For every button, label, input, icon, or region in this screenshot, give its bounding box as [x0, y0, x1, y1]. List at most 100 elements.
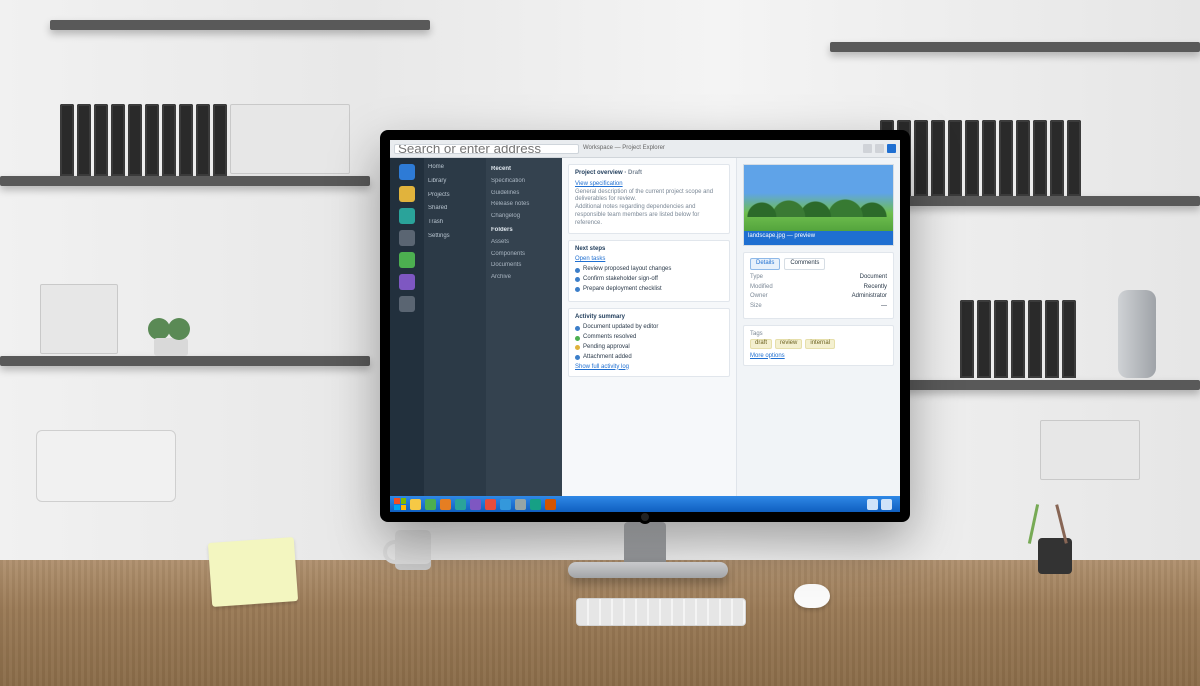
- storage-box: [40, 284, 118, 354]
- clipboard-icon[interactable]: [399, 230, 415, 246]
- show-log-link[interactable]: Show full activity log: [575, 364, 629, 370]
- step-item: Review proposed layout changes: [575, 266, 723, 274]
- open-tasks-link[interactable]: Open tasks: [575, 256, 605, 262]
- view-spec-link[interactable]: View specification: [575, 181, 623, 187]
- monitor-brand-logo: [638, 510, 652, 524]
- nav-item[interactable]: Home: [428, 164, 482, 172]
- address-bar[interactable]: [394, 144, 579, 154]
- tags-label: Tags: [750, 331, 887, 339]
- close-button[interactable]: [887, 144, 896, 153]
- activity-bar: [390, 158, 424, 496]
- coffee-mug: [395, 530, 431, 570]
- activity-item: Document updated by editor: [575, 324, 723, 332]
- tags-panel: Tags draftreviewinternal More options: [743, 325, 894, 366]
- explorer-list: Recent Specification Guidelines Release not…: [486, 158, 562, 496]
- list-item[interactable]: Changelog: [491, 213, 557, 221]
- plant: [140, 310, 202, 356]
- taskbar-app-calendar[interactable]: [530, 499, 541, 510]
- list-item[interactable]: Components: [491, 251, 557, 259]
- activity-item: Comments resolved: [575, 334, 723, 342]
- window-titlebar: Workspace — Project Explorer: [390, 140, 900, 158]
- binders: [880, 120, 1081, 196]
- database-icon[interactable]: [399, 252, 415, 268]
- pencil-holder: [1032, 512, 1080, 574]
- settings-icon[interactable]: [399, 296, 415, 312]
- thermos: [1118, 290, 1156, 378]
- binders: [60, 104, 227, 176]
- taskbar-app-editor[interactable]: [470, 499, 481, 510]
- storage-box: [1040, 420, 1140, 480]
- window-title: Workspace — Project Explorer: [583, 145, 665, 153]
- tag[interactable]: review: [775, 339, 802, 349]
- list-group-heading: Folders: [491, 227, 557, 235]
- taskbar-app-notes[interactable]: [545, 499, 556, 510]
- list-item[interactable]: Documents: [491, 262, 557, 270]
- card-heading: Activity summary: [575, 314, 723, 322]
- home-icon[interactable]: [399, 164, 415, 180]
- more-options-link[interactable]: More options: [750, 353, 785, 359]
- card-heading: Project overview: [575, 170, 623, 176]
- preview-caption: landscape.jpg — preview: [744, 231, 893, 245]
- activity-item: Attachment added: [575, 354, 723, 362]
- meta-row: Size—: [750, 303, 887, 311]
- shelf: [0, 176, 370, 186]
- tab-details[interactable]: Details: [750, 258, 780, 270]
- storage-box: [230, 104, 350, 174]
- minimize-button[interactable]: [863, 144, 872, 153]
- network-icon[interactable]: [867, 499, 878, 510]
- overview-card: Project overview · Draft View specificat…: [568, 164, 730, 234]
- computer-mouse: [794, 584, 830, 608]
- taskbar-app-explorer[interactable]: [410, 499, 421, 510]
- taskbar-app-photos[interactable]: [515, 499, 526, 510]
- step-item: Confirm stakeholder sign-off: [575, 276, 723, 284]
- meta-row: OwnerAdministrator: [750, 293, 887, 301]
- mail-icon[interactable]: [399, 208, 415, 224]
- taskbar-app-browser[interactable]: [425, 499, 436, 510]
- list-group-heading: Recent: [491, 166, 557, 174]
- nav-item[interactable]: Settings: [428, 233, 482, 241]
- next-steps-card: Next steps Open tasks Review proposed la…: [568, 240, 730, 302]
- shelf: [830, 42, 1200, 52]
- taskbar-app-store[interactable]: [455, 499, 466, 510]
- shelf: [0, 356, 370, 366]
- folder-icon[interactable]: [399, 186, 415, 202]
- tab-comments[interactable]: Comments: [784, 258, 825, 270]
- list-item[interactable]: Specification: [491, 178, 557, 186]
- taskbar: [390, 496, 900, 512]
- activity-card: Activity summary Document updated by edi…: [568, 308, 730, 378]
- meta-row: ModifiedRecently: [750, 284, 887, 292]
- list-item[interactable]: Guidelines: [491, 190, 557, 198]
- taskbar-app-music[interactable]: [500, 499, 511, 510]
- monitor-stand-base: [568, 562, 728, 578]
- step-item: Prepare deployment checklist: [575, 286, 723, 294]
- nav-item[interactable]: Trash: [428, 219, 482, 227]
- monitor: Workspace — Project Explorer Home Library…: [380, 130, 910, 522]
- tag[interactable]: draft: [750, 339, 772, 349]
- card-body: Additional notes regarding dependencies …: [575, 204, 723, 227]
- taskbar-app-mail[interactable]: [440, 499, 451, 510]
- printer: [36, 430, 176, 502]
- card-body: General description of the current proje…: [575, 189, 723, 205]
- main-content: Project overview · Draft View specificat…: [562, 158, 736, 496]
- maximize-button[interactable]: [875, 144, 884, 153]
- list-item[interactable]: Archive: [491, 274, 557, 282]
- start-button[interactable]: [394, 498, 406, 510]
- details-pane: landscape.jpg — preview Details Comments…: [736, 158, 900, 496]
- volume-icon[interactable]: [881, 499, 892, 510]
- extensions-icon[interactable]: [399, 274, 415, 290]
- list-item[interactable]: Release notes: [491, 201, 557, 209]
- taskbar-app-terminal[interactable]: [485, 499, 496, 510]
- tag[interactable]: internal: [805, 339, 835, 349]
- card-sublabel: Draft: [628, 170, 642, 176]
- nav-sidebar: Home Library Projects Shared Trash Settings: [424, 158, 486, 496]
- shelf: [50, 20, 430, 30]
- nav-item[interactable]: Shared: [428, 205, 482, 213]
- sticky-notes: [208, 537, 298, 607]
- office-scene: Workspace — Project Explorer Home Library…: [0, 0, 1200, 686]
- clock[interactable]: [895, 501, 896, 508]
- image-preview[interactable]: landscape.jpg — preview: [743, 164, 894, 246]
- nav-item[interactable]: Library: [428, 178, 482, 186]
- nav-item[interactable]: Projects: [428, 192, 482, 200]
- keyboard: [576, 598, 746, 626]
- list-item[interactable]: Assets: [491, 239, 557, 247]
